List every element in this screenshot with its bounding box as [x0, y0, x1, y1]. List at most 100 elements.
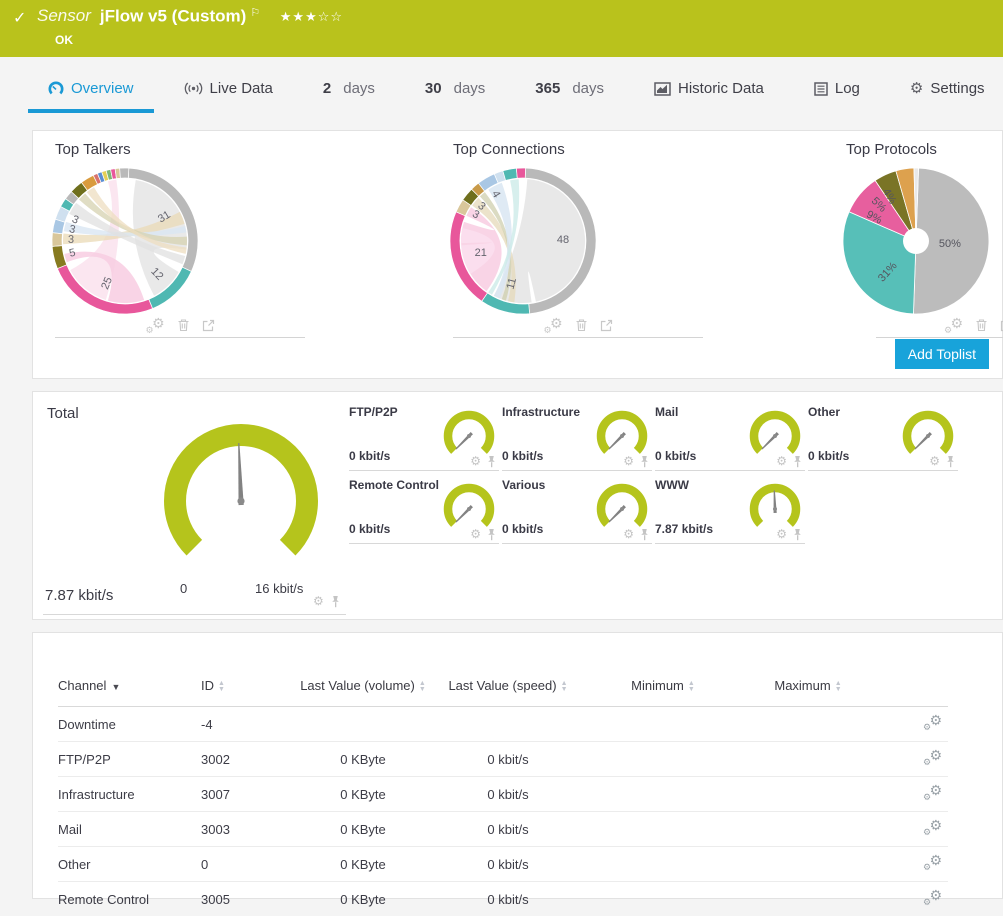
pin-icon[interactable] — [639, 528, 650, 541]
gear-icon[interactable]: ⚙ — [313, 594, 324, 608]
column-header-id[interactable]: ID▲▼ — [201, 669, 298, 707]
priority-stars[interactable]: ★★★☆☆ — [280, 9, 343, 24]
pin-icon[interactable] — [792, 455, 803, 468]
gear-icon[interactable]: ⚙ — [623, 527, 634, 541]
trash-icon[interactable] — [975, 318, 988, 332]
mini-gauge-remote-control: Remote Control0 kbit/s⚙ — [349, 477, 499, 545]
external-link-icon[interactable] — [600, 319, 613, 332]
column-header-maximum[interactable]: Maximum▲▼ — [738, 669, 878, 707]
trash-icon[interactable] — [177, 318, 190, 332]
column-header-last-value-volume-[interactable]: Last Value (volume)▲▼ — [298, 669, 428, 707]
sort-icon: ▲▼ — [218, 681, 225, 693]
gear-icon[interactable]: ⚙ — [470, 527, 481, 541]
channel-gauge-value: 0 kbit/s — [655, 449, 696, 463]
sort-desc-icon: ▼ — [111, 682, 120, 692]
cell-last-value-volume — [298, 707, 428, 742]
svg-text:3: 3 — [70, 213, 80, 226]
flag-icon[interactable]: ⚐ — [250, 7, 260, 19]
live-icon — [184, 82, 203, 95]
gear-icon[interactable]: ⚙⚙ — [923, 854, 942, 871]
tab-log[interactable]: Log — [814, 80, 860, 113]
mini-gauge-infrastructure: Infrastructure 0 kbit/s ⚙ — [502, 404, 652, 472]
channel-table: Channel▼ID▲▼Last Value (volume)▲▼Last Va… — [58, 669, 948, 916]
pin-icon[interactable] — [792, 528, 803, 541]
channel-gauge-value: 0 kbit/s — [502, 449, 543, 463]
tab-2-days[interactable]: 2days — [323, 80, 375, 113]
toplists-card: Top Talkers 3112255333 ⚙⚙ Top Connection… — [32, 130, 1003, 379]
cell-last-value-volume: 0 KByte — [298, 812, 428, 847]
svg-text:48: 48 — [557, 234, 569, 246]
table-row: FTP/P2P30020 KByte0 kbit/s⚙⚙ — [58, 742, 948, 777]
svg-text:5: 5 — [68, 247, 77, 260]
external-link-icon[interactable] — [202, 319, 215, 332]
channel-gauge-label: Other — [808, 405, 840, 419]
cell-channel[interactable]: Other — [58, 847, 201, 882]
pin-icon[interactable] — [486, 528, 497, 541]
table-row: Infrastructure30070 KByte0 kbit/s⚙⚙ — [58, 777, 948, 812]
sort-icon: ▲▼ — [419, 681, 426, 693]
tab-bar: Overview Live Data 2days 30days 365days Histo… — [0, 57, 1003, 113]
tab-live-data[interactable]: Live Data — [184, 80, 273, 113]
gear-icon[interactable]: ⚙⚙ — [544, 317, 563, 334]
column-header-last-value-speed-[interactable]: Last Value (speed)▲▼ — [428, 669, 588, 707]
top-connections-chord-chart[interactable]: 481121334 — [448, 166, 598, 316]
gear-icon[interactable]: ⚙ — [470, 454, 481, 468]
cell-minimum — [588, 847, 738, 882]
cell-channel[interactable]: Mail — [58, 812, 201, 847]
tab-365-days[interactable]: 365days — [535, 80, 604, 113]
add-toplist-button[interactable]: Add Toplist — [895, 339, 989, 369]
gear-icon[interactable]: ⚙⚙ — [923, 784, 942, 801]
gauge-max-label: 16 kbit/s — [255, 581, 303, 596]
cell-minimum — [588, 777, 738, 812]
mini-gauge-mail: Mail0 kbit/s⚙ — [655, 404, 805, 472]
gear-icon[interactable]: ⚙ — [776, 454, 787, 468]
gear-icon[interactable]: ⚙ — [929, 454, 940, 468]
cell-minimum — [588, 707, 738, 742]
tab-settings[interactable]: ⚙Settings — [910, 80, 985, 113]
gear-icon[interactable]: ⚙ — [623, 454, 634, 468]
cell-last-value-speed: 0 kbit/s — [428, 847, 588, 882]
channel-gauge-label: Infrastructure — [502, 405, 580, 419]
gear-icon[interactable]: ⚙⚙ — [944, 317, 963, 334]
toplist-top-connections: Top Connections 481121334 ⚙⚙ — [453, 141, 725, 338]
gear-icon[interactable]: ⚙⚙ — [923, 819, 942, 836]
gear-icon[interactable]: ⚙⚙ — [923, 714, 942, 731]
gear-icon[interactable]: ⚙⚙ — [923, 749, 942, 766]
top-talkers-chord-chart[interactable]: 3112255333 — [50, 166, 200, 316]
cell-minimum — [588, 742, 738, 777]
cell-id: 3007 — [201, 777, 298, 812]
column-header-minimum[interactable]: Minimum▲▼ — [588, 669, 738, 707]
table-row: Downtime-4⚙⚙ — [58, 707, 948, 742]
gear-icon[interactable]: ⚙⚙ — [923, 889, 942, 906]
cell-channel[interactable]: Infrastructure — [58, 777, 201, 812]
gear-icon[interactable]: ⚙ — [776, 527, 787, 541]
column-header-channel[interactable]: Channel▼ — [58, 669, 201, 707]
pin-icon[interactable] — [945, 455, 956, 468]
tab-30-days[interactable]: 30days — [425, 80, 485, 113]
tab-historic-data[interactable]: Historic Data — [654, 80, 764, 113]
gear-icon: ⚙ — [910, 81, 923, 96]
pin-icon[interactable] — [639, 455, 650, 468]
tab-overview[interactable]: Overview — [28, 80, 154, 113]
sensor-header-banner: ✓ SensorjFlow v5 (Custom)⚐ ★★★☆☆ OK — [0, 0, 1003, 57]
cell-minimum — [588, 812, 738, 847]
pin-icon[interactable] — [486, 455, 497, 468]
gear-icon[interactable]: ⚙⚙ — [146, 317, 165, 334]
cell-last-value-volume: 0 KByte — [298, 742, 428, 777]
toplist-actions: ⚙⚙ — [55, 316, 305, 334]
sort-icon: ▲▼ — [688, 681, 695, 693]
cell-channel[interactable]: Downtime — [58, 707, 201, 742]
cell-channel[interactable]: FTP/P2P — [58, 742, 201, 777]
pin-icon[interactable] — [330, 595, 341, 608]
toplist-actions: ⚙⚙ — [453, 316, 703, 334]
channel-table-card: Channel▼ID▲▼Last Value (volume)▲▼Last Va… — [32, 632, 1003, 899]
cell-last-value-speed: 0 kbit/s — [428, 742, 588, 777]
channel-gauge-value: 0 kbit/s — [502, 522, 543, 536]
gauge-min-label: 0 — [180, 581, 187, 596]
cell-maximum — [738, 742, 878, 777]
cell-maximum — [738, 812, 878, 847]
channel-gauge-label: FTP/P2P — [349, 405, 398, 419]
top-protocols-pie-chart[interactable]: 50%31%9%5%4% — [841, 166, 991, 316]
table-row: Mail30030 KByte0 kbit/s⚙⚙ — [58, 812, 948, 847]
trash-icon[interactable] — [575, 318, 588, 332]
